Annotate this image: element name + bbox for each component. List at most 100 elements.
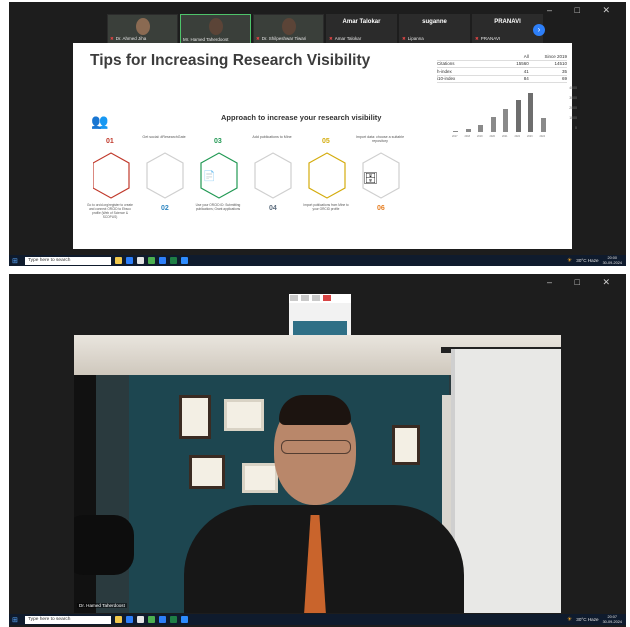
participant-display-name: suganne bbox=[422, 19, 447, 25]
mic-muted-icon: ✖ bbox=[256, 36, 260, 41]
chart-x-tick: 2021 bbox=[502, 135, 508, 138]
minimize-button[interactable]: – bbox=[547, 5, 562, 15]
step-number: 03 bbox=[214, 138, 222, 145]
taskbar-search-input[interactable]: Type here to search bbox=[25, 256, 111, 265]
citations-table: All Since 2019 Citations 15560 14510 h-i… bbox=[437, 53, 567, 83]
zoom-icon[interactable] bbox=[181, 257, 188, 264]
table-row: Citations 15560 14510 bbox=[437, 61, 567, 68]
step-top-label: Import data: choose a suitable repositor… bbox=[355, 135, 405, 143]
chrome-icon[interactable] bbox=[148, 257, 155, 264]
window-controls[interactable]: – □ ✕ bbox=[547, 5, 620, 16]
file-explorer-icon[interactable] bbox=[115, 616, 122, 623]
database-icon: 🗄 bbox=[363, 171, 379, 185]
researchers-icon: 👥 bbox=[91, 113, 109, 129]
store-icon[interactable] bbox=[137, 616, 144, 623]
thumbnail-banner bbox=[293, 321, 347, 335]
participant-tile-active-speaker[interactable]: Mr. Hamed Taherdoost bbox=[180, 14, 251, 44]
file-explorer-icon[interactable] bbox=[115, 257, 122, 264]
chart-x-tick: 2024 bbox=[539, 135, 546, 138]
zoom-window-speaker-view: – □ ✕ Dr. Hamed Taherdoost ⊞ Type here t… bbox=[9, 274, 626, 627]
chart-x-tick: 2022 bbox=[514, 135, 521, 138]
step-number: 02 bbox=[161, 205, 169, 212]
mail-icon[interactable] bbox=[159, 616, 166, 623]
participant-tile[interactable]: ✖ Dr. Shilpeshwar Tiwari bbox=[253, 14, 324, 44]
document-icon: 📄 bbox=[203, 171, 216, 182]
logo-icon bbox=[323, 295, 331, 301]
windows-start-icon[interactable]: ⊞ bbox=[12, 257, 22, 265]
wall-frame bbox=[224, 399, 264, 431]
table-cell: 14510 bbox=[554, 61, 567, 67]
weather-icon: ☀ bbox=[566, 258, 573, 264]
chart-bar bbox=[503, 109, 508, 132]
step-number: 06 bbox=[377, 205, 385, 212]
step-number: 05 bbox=[322, 138, 330, 145]
windows-taskbar: ⊞ Type here to search ☀ 30°C Haze 20:00 3… bbox=[9, 255, 626, 266]
mic-muted-icon: ✖ bbox=[110, 36, 114, 41]
chart-bar bbox=[490, 117, 496, 132]
table-cell: 15560 bbox=[516, 61, 529, 67]
minimize-button[interactable]: – bbox=[547, 277, 562, 287]
participant-name: Amar Talokar bbox=[334, 36, 362, 41]
close-button[interactable]: ✕ bbox=[602, 277, 620, 287]
chart-x-tick: 2017 bbox=[452, 135, 458, 138]
excel-icon[interactable] bbox=[170, 257, 177, 264]
chart-x-tick: 2019 bbox=[477, 135, 483, 138]
mic-muted-icon: ✖ bbox=[329, 36, 333, 41]
excel-icon[interactable] bbox=[170, 616, 177, 623]
clock-date: 30-09-2024 bbox=[602, 619, 622, 624]
logo-icon bbox=[312, 295, 320, 301]
taskbar-search-input[interactable]: Type here to search bbox=[25, 615, 111, 624]
participant-tile[interactable]: Amar Talokar ✖ Amar Talokar bbox=[326, 14, 397, 44]
table-header: All bbox=[523, 53, 529, 59]
weather-text[interactable]: 30°C Haze bbox=[576, 617, 598, 622]
table-cell: 84 bbox=[523, 76, 529, 82]
store-icon[interactable] bbox=[137, 257, 144, 264]
close-button[interactable]: ✕ bbox=[602, 5, 620, 15]
edge-icon[interactable] bbox=[126, 257, 133, 264]
slide-title: Tips for Increasing Research Visibility bbox=[90, 52, 371, 69]
step-top-label: Add publications to Mine bbox=[252, 135, 292, 139]
chart-x-tick: 2018 bbox=[464, 135, 471, 138]
maximize-button[interactable]: □ bbox=[575, 5, 590, 15]
clock[interactable]: 20:00 30-09-2024 bbox=[603, 256, 622, 266]
next-participants-button[interactable]: › bbox=[533, 24, 545, 36]
step-bottom-label: Use your ORCID iD: Submitting publicatio… bbox=[195, 203, 241, 211]
weather-text[interactable]: 30°C Haze bbox=[576, 258, 598, 263]
clock[interactable]: 20:07 30-09-2024 bbox=[603, 615, 622, 625]
mic-muted-icon: ✖ bbox=[402, 36, 406, 41]
edge-icon[interactable] bbox=[126, 616, 133, 623]
microphone-arm bbox=[74, 375, 96, 613]
wall-frame bbox=[179, 395, 211, 439]
chart-bar bbox=[515, 100, 521, 132]
table-header: Since 2019 bbox=[544, 53, 567, 59]
windows-start-icon[interactable]: ⊞ bbox=[12, 616, 22, 624]
maximize-button[interactable]: □ bbox=[575, 277, 590, 287]
chrome-icon[interactable] bbox=[148, 616, 155, 623]
chart-bar bbox=[478, 125, 483, 132]
zoom-icon[interactable] bbox=[181, 616, 188, 623]
chart-y-tick: 2000 bbox=[569, 106, 577, 110]
window-controls[interactable]: – □ ✕ bbox=[547, 277, 620, 288]
chart-y-tick: 3000 bbox=[569, 96, 577, 100]
shared-slide-thumbnail[interactable] bbox=[289, 294, 351, 339]
participant-video bbox=[282, 18, 296, 35]
participant-tile[interactable]: ✖ Dr. Ahmed Jiha bbox=[107, 14, 178, 44]
speaker-hair bbox=[279, 395, 351, 425]
chart-x-tick: 2020 bbox=[489, 135, 496, 138]
wall-frame bbox=[189, 455, 225, 489]
table-cell: 41 bbox=[523, 68, 529, 74]
participant-tile[interactable]: suganne ✖ Lipanna bbox=[399, 14, 470, 44]
logo-icon bbox=[301, 295, 309, 301]
barn-door bbox=[451, 349, 561, 613]
participant-name: Dr. Shilpeshwar Tiwari bbox=[261, 36, 307, 41]
participant-name: Dr. Ahmed Jiha bbox=[115, 36, 147, 41]
step-number: 04 bbox=[269, 205, 277, 212]
participant-name: Mr. Hamed Taherdoost bbox=[183, 37, 229, 42]
participant-display-name: Amar Talokar bbox=[342, 19, 381, 25]
mail-icon[interactable] bbox=[159, 257, 166, 264]
shared-slide: Tips for Increasing Research Visibility … bbox=[73, 43, 577, 249]
chart-y-tick: 0 bbox=[575, 126, 577, 130]
table-cell: i10-index bbox=[437, 76, 456, 82]
participant-display-name: PRANAVI bbox=[494, 19, 521, 25]
logo-icon bbox=[290, 295, 298, 301]
